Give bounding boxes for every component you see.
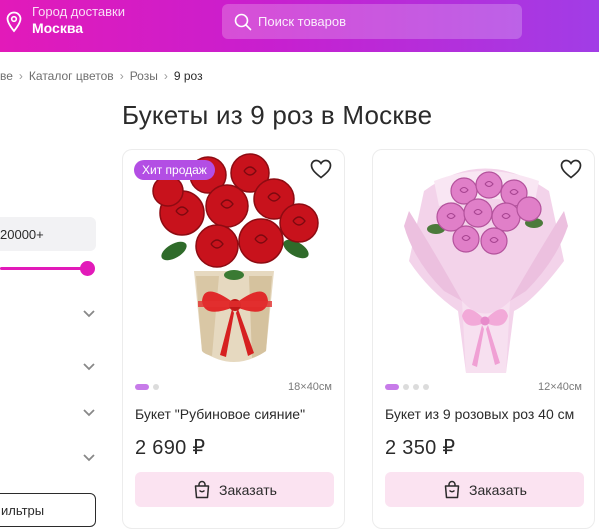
price-max-field[interactable]: 20000+: [0, 217, 96, 251]
product-name[interactable]: Букет из 9 розовых роз 40 см: [385, 406, 574, 422]
price-slider-handle[interactable]: [80, 261, 95, 276]
product-price: 2 690 ₽: [135, 437, 206, 459]
chevron-down-icon[interactable]: [82, 309, 96, 319]
photo-pagination: [385, 384, 433, 390]
order-button-label: Заказать: [469, 482, 527, 498]
shopping-bag-icon: [444, 480, 460, 499]
product-name[interactable]: Букет "Рубиновое сияние": [135, 406, 305, 422]
product-card[interactable]: 12×40см Букет из 9 розовых роз 40 см 2 3…: [372, 149, 595, 529]
location-pin-icon[interactable]: [4, 11, 24, 33]
bestseller-badge: Хит продаж: [134, 160, 215, 180]
pagination-dot[interactable]: [413, 384, 419, 390]
page-title: Букеты из 9 роз в Москве: [122, 100, 433, 130]
pagination-dot-active[interactable]: [135, 384, 149, 390]
delivery-city-selector[interactable]: Москва: [32, 20, 83, 36]
shopping-bag-icon: [194, 480, 210, 499]
breadcrumb: ве › Каталог цветов › Розы › 9 роз: [0, 69, 203, 85]
breadcrumb-item-home[interactable]: ве: [0, 69, 13, 83]
heart-icon[interactable]: [310, 159, 332, 179]
all-filters-button[interactable]: ильтры: [0, 493, 96, 527]
chevron-down-icon[interactable]: [82, 408, 96, 418]
pagination-dot[interactable]: [403, 384, 409, 390]
pagination-dot-active[interactable]: [385, 384, 399, 390]
breadcrumb-item-current: 9 роз: [173, 69, 203, 83]
product-photo-pink-roses[interactable]: [374, 151, 595, 377]
breadcrumb-separator-icon: ›: [18, 69, 23, 83]
search-box[interactable]: [222, 4, 522, 39]
delivery-city-label: Город доставки: [32, 4, 125, 19]
product-size: 18×40см: [288, 381, 332, 393]
product-price: 2 350 ₽: [385, 437, 456, 459]
order-button-label: Заказать: [219, 482, 277, 498]
breadcrumb-item-catalog[interactable]: Каталог цветов: [29, 69, 114, 83]
pagination-dot[interactable]: [153, 384, 159, 390]
product-size: 12×40см: [538, 381, 582, 393]
price-max-value: 20000+: [0, 227, 44, 242]
search-icon[interactable]: [234, 13, 252, 31]
chevron-down-icon[interactable]: [82, 453, 96, 463]
site-header: Город доставки Москва: [0, 0, 599, 52]
heart-icon[interactable]: [560, 159, 582, 179]
order-button[interactable]: Заказать: [385, 472, 584, 507]
all-filters-label: ильтры: [1, 503, 45, 518]
order-button[interactable]: Заказать: [135, 472, 334, 507]
photo-pagination: [135, 384, 163, 390]
breadcrumb-separator-icon: ›: [163, 69, 168, 83]
product-card[interactable]: Хит продаж 18×40см Букет "Рубиновое сиян…: [122, 149, 345, 529]
breadcrumb-item-roses[interactable]: Розы: [130, 69, 158, 83]
product-photo-red-roses[interactable]: [124, 151, 345, 377]
pagination-dot[interactable]: [423, 384, 429, 390]
search-input[interactable]: [258, 4, 513, 39]
chevron-down-icon[interactable]: [82, 362, 96, 372]
price-slider-track[interactable]: [0, 267, 88, 270]
breadcrumb-separator-icon: ›: [119, 69, 124, 83]
